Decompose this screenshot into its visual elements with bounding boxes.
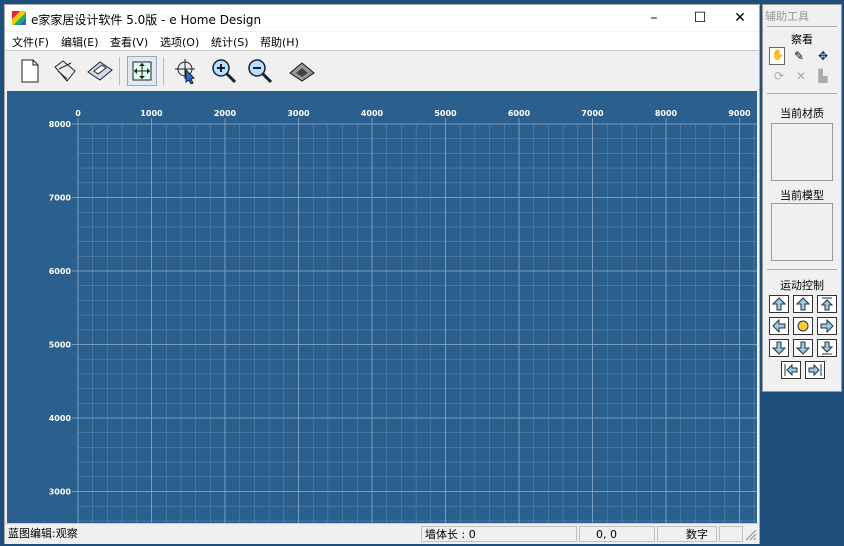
status-bar: 蓝图编辑:观察 墙体长 : 0 0, 0 数字 [5, 523, 759, 544]
status-mode: 蓝图编辑:观察 [8, 527, 78, 540]
up-arrow-bar-icon [772, 297, 786, 311]
strafe-left-button[interactable] [781, 361, 801, 379]
menu-options[interactable]: 选项(O) [160, 34, 199, 50]
menu-view[interactable]: 查看(V) [110, 34, 148, 50]
delete-cross-icon[interactable]: ✕ [793, 68, 809, 84]
x-axis-label: 3000 [287, 109, 310, 118]
current-model-preview [771, 203, 833, 261]
step-left-icon [784, 363, 798, 377]
right-arrow-icon [820, 319, 834, 333]
zoom-out-button[interactable] [245, 56, 275, 86]
up-arrow-top-icon [820, 297, 834, 311]
zoom-in-icon [212, 59, 237, 84]
y-axis-label: 5000 [49, 341, 72, 350]
view-heading: 察看 [791, 33, 813, 46]
move-down-left-button[interactable] [769, 339, 789, 357]
pan-move-icon [132, 61, 152, 81]
status-blank-field [719, 526, 743, 542]
x-axis-label: 1000 [140, 109, 163, 118]
divider [767, 269, 837, 270]
move-up-button[interactable] [817, 295, 837, 313]
minimize-button[interactable]: – [631, 5, 677, 31]
x-axis-label: 6000 [508, 109, 531, 118]
save-disk-icon [87, 61, 113, 81]
x-axis-label: 0 [75, 109, 81, 118]
title-bar: e家家居设计软件 5.0版 - e Home Design – ☐ ✕ [5, 5, 759, 31]
status-wall-length: 墙体长 : 0 [421, 526, 577, 542]
select-button[interactable] [171, 56, 201, 86]
menu-edit[interactable]: 编辑(E) [61, 34, 99, 50]
down-arrow-bar-icon [772, 341, 786, 355]
open-button[interactable] [51, 56, 81, 86]
aux-panel-title: 辅助工具 [765, 10, 809, 23]
y-axis-label: 8000 [49, 120, 72, 129]
center-view-button[interactable] [793, 317, 813, 335]
y-axis-label: 6000 [49, 267, 72, 276]
move-arrows-icon[interactable]: ✥ [815, 48, 831, 64]
block-icon[interactable]: ▙ [815, 68, 831, 84]
turn-right-button[interactable] [817, 317, 837, 335]
open-folder-icon [54, 60, 76, 82]
status-numlock: 数字 [657, 526, 717, 542]
x-axis-label: 8000 [655, 109, 678, 118]
resize-grip-icon[interactable] [745, 529, 757, 541]
select-pointer-icon [175, 59, 195, 84]
menu-bar: 文件(F) 编辑(E) 查看(V) 选项(O) 统计(S) 帮助(H) [5, 32, 759, 50]
move-backward-button[interactable] [793, 339, 813, 357]
new-file-button[interactable] [15, 56, 45, 86]
x-axis-label: 7000 [581, 109, 604, 118]
blueprint-canvas[interactable]: 0 1000 2000 3000 4000 5000 6000 7000 8000 9000 800… [7, 91, 757, 523]
up-arrow-icon [796, 297, 810, 311]
divider [767, 93, 837, 94]
x-axis-label: 4000 [361, 109, 384, 118]
move-forward-button[interactable] [793, 295, 813, 313]
new-file-icon [21, 59, 39, 83]
x-axis-label: 9000 [728, 109, 751, 118]
strafe-right-button[interactable] [805, 361, 825, 379]
move-up-left-button[interactable] [769, 295, 789, 313]
motion-heading: 运动控制 [780, 279, 824, 292]
divider [767, 26, 837, 27]
left-arrow-icon [772, 319, 786, 333]
turn-left-button[interactable] [769, 317, 789, 335]
material-heading: 当前材质 [780, 107, 824, 120]
zoom-in-button[interactable] [209, 56, 239, 86]
center-dot-icon [797, 320, 809, 332]
menu-help[interactable]: 帮助(H) [260, 34, 299, 50]
status-coordinates: 0, 0 [579, 526, 655, 542]
zoom-out-icon [248, 59, 273, 84]
save-button[interactable] [85, 56, 115, 86]
view-3d-button[interactable] [287, 56, 317, 86]
pan-button[interactable] [127, 56, 157, 86]
y-axis-label: 3000 [49, 488, 72, 497]
hand-tool-button[interactable]: ✋ [769, 47, 785, 65]
menu-statistics[interactable]: 统计(S) [211, 34, 249, 50]
hand-icon: ✋ [771, 50, 785, 61]
close-button[interactable]: ✕ [717, 5, 763, 31]
y-axis-label: 4000 [49, 414, 72, 423]
y-axis-label: 7000 [49, 194, 72, 203]
toolbar-separator [163, 57, 164, 85]
aux-tools-panel: 辅助工具 察看 ✋ ✎ ✥ ⟳ ✕ ▙ 当前材质 当前模型 运动控制 [762, 4, 842, 392]
step-right-icon [808, 363, 822, 377]
view-3d-house-icon [289, 62, 315, 82]
main-window: e家家居设计软件 5.0版 - e Home Design – ☐ ✕ 文件(F… [4, 4, 760, 544]
app-logo-icon [12, 11, 26, 25]
toolbar [5, 50, 759, 91]
down-arrow-icon [796, 341, 810, 355]
toolbar-separator [119, 57, 120, 85]
x-axis-label: 2000 [214, 109, 237, 118]
rotate-icon[interactable]: ⟳ [771, 68, 787, 84]
model-heading: 当前模型 [780, 189, 824, 202]
current-material-preview [771, 123, 833, 181]
pencil-icon[interactable]: ✎ [791, 48, 807, 64]
window-title: e家家居设计软件 5.0版 - e Home Design [31, 13, 262, 27]
down-arrow-bottom-icon [820, 341, 834, 355]
blueprint-grid: 0 1000 2000 3000 4000 5000 6000 7000 8000 9000 800… [49, 109, 757, 523]
menu-file[interactable]: 文件(F) [12, 34, 49, 50]
move-down-button[interactable] [817, 339, 837, 357]
x-axis-label: 5000 [434, 109, 457, 118]
